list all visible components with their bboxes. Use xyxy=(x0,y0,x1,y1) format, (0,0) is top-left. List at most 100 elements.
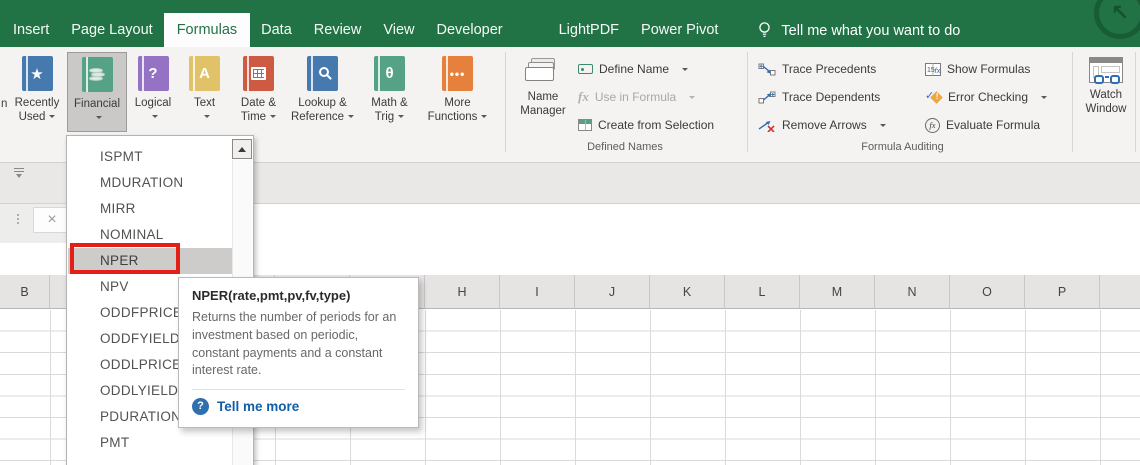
chevron-down-icon xyxy=(1041,95,1048,99)
date-time-icon xyxy=(243,56,274,91)
menu-item-mirr[interactable]: MIRR xyxy=(68,196,232,222)
name-manager-button[interactable]: Name Manager xyxy=(512,52,574,132)
column-header-m[interactable]: M xyxy=(800,275,875,308)
define-name-button[interactable]: Define Name xyxy=(578,58,689,80)
menu-item-ispmt[interactable]: ISPMT xyxy=(68,144,232,170)
help-icon: ? xyxy=(192,398,209,415)
column-header-h[interactable]: H xyxy=(425,275,500,308)
column-header-n[interactable]: N xyxy=(875,275,950,308)
svg-text:fx: fx xyxy=(935,66,941,75)
lookup-reference-icon xyxy=(307,56,338,91)
defined-names-group-label: Defined Names xyxy=(587,141,663,153)
menu-scroll-up-button[interactable] xyxy=(232,139,252,159)
use-in-formula-button: fx Use in Formula xyxy=(578,86,696,108)
logical-button[interactable]: ? Logical xyxy=(128,52,178,132)
financial-icon xyxy=(81,57,113,92)
chevron-down-icon xyxy=(481,115,488,119)
tell-me-label: Tell me what you want to do xyxy=(781,22,961,39)
drag-handle-icon[interactable] xyxy=(17,214,19,216)
ribbon-tab-bar: Insert Page Layout Formulas Data Review … xyxy=(0,0,1140,47)
evaluate-formula-icon: fx xyxy=(925,117,940,133)
name-tag-icon xyxy=(578,64,593,74)
menu-item-mduration[interactable]: MDURATION xyxy=(68,170,232,196)
tab-formulas[interactable]: Formulas xyxy=(163,13,251,47)
more-functions-icon: ••• xyxy=(442,56,473,91)
recently-used-icon: ★ xyxy=(21,56,53,91)
group-separator xyxy=(1135,52,1136,152)
tooltip-description: Returns the number of periods for an inv… xyxy=(192,310,397,378)
recorder-watermark-icon: ↖ xyxy=(1094,0,1140,39)
tooltip-title: NPER(rate,pmt,pv,fv,type) xyxy=(192,288,351,303)
lightbulb-icon xyxy=(759,22,771,37)
chevron-down-icon xyxy=(348,115,355,119)
column-header-partial[interactable] xyxy=(1100,275,1140,308)
magnifier-icon xyxy=(319,67,329,77)
math-trig-icon: θ xyxy=(374,56,405,91)
chevron-down-icon xyxy=(96,116,102,120)
group-separator xyxy=(505,52,506,152)
recently-used-button[interactable]: ★ Recently Used xyxy=(8,52,66,132)
formula-auditing-group-label: Formula Auditing xyxy=(861,141,944,153)
math-trig-button[interactable]: θ Math & Trig xyxy=(359,52,420,132)
nper-highlight-box xyxy=(70,243,180,274)
function-tooltip: NPER(rate,pmt,pv,fv,type) Returns the nu… xyxy=(178,277,419,428)
chevron-down-icon xyxy=(879,123,886,127)
eyeglasses-icon xyxy=(1092,75,1122,87)
tab-developer[interactable]: Developer xyxy=(426,14,514,47)
trace-dependents-button[interactable]: Trace Dependents xyxy=(758,86,880,108)
error-checking-button[interactable]: ✓ ! Error Checking xyxy=(925,86,1048,108)
column-header-b[interactable]: B xyxy=(0,275,50,308)
column-header-p[interactable]: P xyxy=(1025,275,1100,308)
chevron-down-icon xyxy=(270,115,277,119)
financial-button[interactable]: Financial xyxy=(67,52,127,132)
watch-window-icon xyxy=(1089,57,1123,84)
cutoff-button-label: n xyxy=(1,98,8,110)
trace-dependents-icon xyxy=(758,91,776,103)
column-header-k[interactable]: K xyxy=(650,275,725,308)
show-formulas-icon: 15 fx xyxy=(925,62,941,76)
tab-page-layout[interactable]: Page Layout xyxy=(60,14,163,47)
group-separator xyxy=(1072,52,1073,152)
trace-precedents-button[interactable]: Trace Precedents xyxy=(758,58,876,80)
error-checking-icon: ✓ ! xyxy=(925,90,943,104)
remove-arrows-icon xyxy=(758,120,775,132)
menu-item-pmt[interactable]: PMT xyxy=(68,430,232,456)
chevron-down-icon xyxy=(49,115,56,119)
tab-review[interactable]: Review xyxy=(303,14,373,47)
column-header-j[interactable]: J xyxy=(575,275,650,308)
grid-selection-icon xyxy=(578,119,592,131)
chevron-down-icon xyxy=(151,115,158,119)
tell-me-box[interactable]: Tell me what you want to do xyxy=(757,14,960,47)
chevron-down-icon xyxy=(203,115,210,119)
chevron-down-icon xyxy=(689,95,696,99)
group-separator xyxy=(747,52,748,152)
name-manager-icon xyxy=(525,58,561,85)
create-from-selection-button[interactable]: Create from Selection xyxy=(578,114,714,136)
column-header-l[interactable]: L xyxy=(725,275,800,308)
trace-precedents-icon xyxy=(758,63,776,75)
evaluate-formula-button[interactable]: fx Evaluate Formula xyxy=(925,114,1040,136)
tab-lightpdf[interactable]: LightPDF xyxy=(548,14,630,47)
column-header-i[interactable]: I xyxy=(500,275,575,308)
remove-arrows-button[interactable]: Remove Arrows xyxy=(758,114,886,136)
text-icon: A xyxy=(189,56,220,91)
tab-view[interactable]: View xyxy=(372,14,425,47)
chevron-down-icon xyxy=(398,115,405,119)
tooltip-divider xyxy=(192,389,405,390)
text-button[interactable]: A Text xyxy=(179,52,230,132)
column-header-o[interactable]: O xyxy=(950,275,1025,308)
fx-icon: fx xyxy=(578,89,589,104)
lookup-reference-button[interactable]: Lookup & Reference xyxy=(287,52,358,132)
tab-power-pivot[interactable]: Power Pivot xyxy=(630,14,729,47)
date-time-button[interactable]: Date & Time xyxy=(231,52,286,132)
excel-window: Insert Page Layout Formulas Data Review … xyxy=(0,0,1140,465)
more-functions-button[interactable]: ••• More Functions xyxy=(421,52,494,132)
tell-me-more-link[interactable]: ? Tell me more xyxy=(192,398,405,415)
tab-data[interactable]: Data xyxy=(250,14,303,47)
chevron-down-icon xyxy=(682,67,689,71)
tab-insert[interactable]: Insert xyxy=(2,14,60,47)
logical-icon: ? xyxy=(137,56,169,91)
collapse-ribbon-icon[interactable] xyxy=(14,168,24,178)
show-formulas-button[interactable]: 15 fx Show Formulas xyxy=(925,58,1030,80)
watch-window-button[interactable]: Watch Window xyxy=(1079,52,1133,132)
